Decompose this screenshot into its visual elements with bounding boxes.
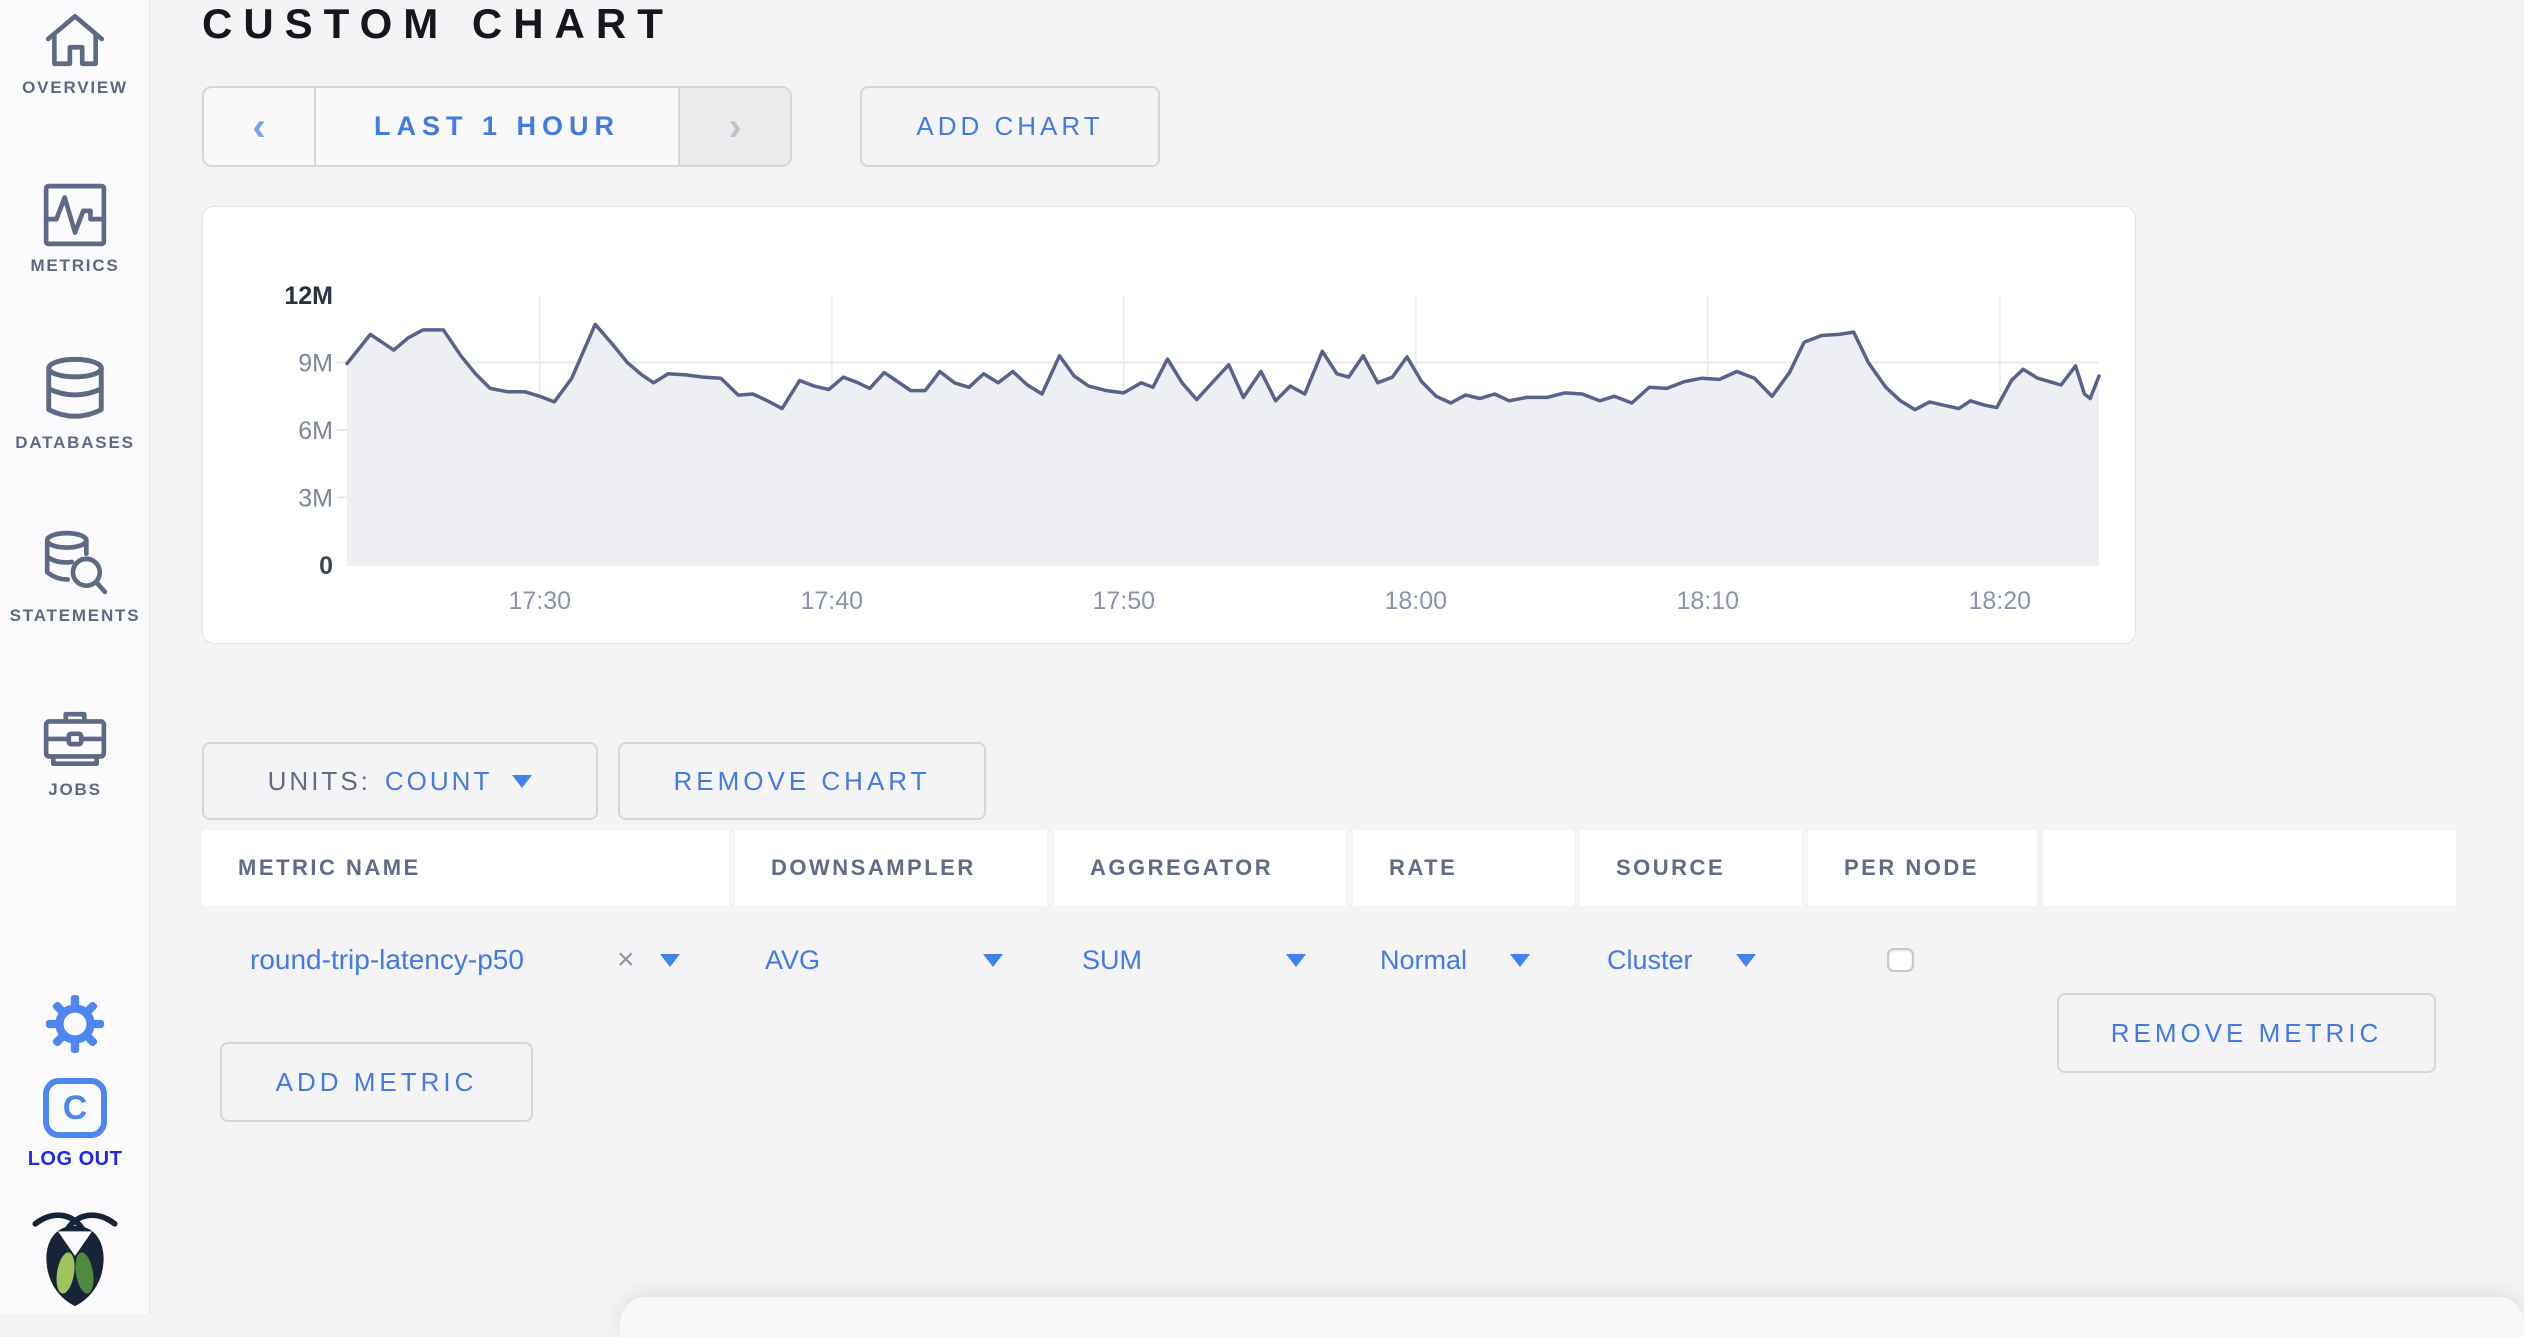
units-dropdown[interactable]: UNITS: COUNT <box>202 742 598 820</box>
x-axis-tick-label: 18:10 <box>1676 587 1739 615</box>
sidebar-item-statements[interactable]: STATEMENTS <box>0 528 150 626</box>
chevron-down-icon <box>1286 953 1306 967</box>
x-axis-tick-label: 17:50 <box>1092 587 1155 615</box>
cockroach-c-icon: C <box>43 1078 107 1138</box>
sidebar-item-label: OVERVIEW <box>22 78 128 97</box>
gear-icon <box>46 995 104 1057</box>
settings-button[interactable] <box>0 995 150 1058</box>
column-header-actions <box>2043 830 2456 906</box>
database-icon <box>0 355 150 425</box>
downsampler-select[interactable]: AVG <box>765 906 820 1014</box>
sidebar-item-label: DATABASES <box>15 433 135 452</box>
chevron-down-icon <box>983 953 1003 967</box>
sidebar: OVERVIEW METRICS DATABASES STATEMENTS JO… <box>0 0 150 1314</box>
metric-name-value[interactable]: round-trip-latency-p50 <box>250 906 524 1014</box>
column-header-rate: RATE <box>1353 830 1574 906</box>
add-metric-button[interactable]: ADD METRIC <box>220 1042 533 1122</box>
table-row: round-trip-latency-p50 × AVG SUM Normal … <box>202 906 2456 1073</box>
custom-chart-card: 0 3M 6M 9M 12M 17:30 17:40 17:50 18:00 18:10 18:20 <box>202 206 2136 644</box>
column-header-source: SOURCE <box>1580 830 1802 906</box>
chevron-right-icon: › <box>728 104 742 149</box>
source-caret[interactable] <box>1730 906 1756 1014</box>
sidebar-item-label: STATEMENTS <box>9 606 141 625</box>
database-search-icon <box>0 528 150 598</box>
sidebar-item-label: METRICS <box>30 256 120 275</box>
time-range-dropdown[interactable]: LAST 1 HOUR <box>316 88 678 165</box>
units-value: COUNT <box>384 765 493 796</box>
prev-interval-button[interactable]: ‹ <box>204 88 316 165</box>
logout-label: LOG OUT <box>27 1148 123 1170</box>
y-axis-tick-label: 6M <box>298 417 333 445</box>
column-header-aggregator: AGGREGATOR <box>1054 830 1346 906</box>
chevron-down-icon <box>1510 953 1530 967</box>
chevron-left-icon: ‹ <box>252 104 266 149</box>
logout-button[interactable]: C LOG OUT <box>0 1078 150 1171</box>
chevron-down-icon <box>512 774 533 788</box>
bottom-sheet-edge <box>620 1297 2524 1337</box>
clear-x-icon: × <box>617 943 635 976</box>
x-axis-tick-label: 18:20 <box>1968 587 2031 615</box>
sidebar-item-label: JOBS <box>48 780 102 799</box>
downsampler-caret[interactable] <box>977 906 1003 1014</box>
cockroach-bug-logo <box>0 1203 150 1312</box>
metrics-pulse-icon <box>0 182 150 248</box>
column-header-per-node: PER NODE <box>1808 830 2037 906</box>
y-axis-tick-label: 0 <box>319 552 333 580</box>
rate-select[interactable]: Normal <box>1380 906 1467 1014</box>
x-axis-tick-label: 17:40 <box>800 587 863 615</box>
aggregator-select[interactable]: SUM <box>1082 906 1142 1014</box>
sidebar-item-databases[interactable]: DATABASES <box>0 355 150 453</box>
metric-name-caret[interactable] <box>654 906 680 1014</box>
y-axis-tick-label: 12M <box>284 282 333 310</box>
remove-metric-button[interactable]: REMOVE METRIC <box>2057 993 2436 1073</box>
home-icon <box>0 8 150 70</box>
next-interval-button[interactable]: › <box>678 88 790 165</box>
rate-caret[interactable] <box>1504 906 1530 1014</box>
metrics-table: METRIC NAME DOWNSAMPLER AGGREGATOR RATE … <box>202 830 2456 1073</box>
per-node-cell <box>1887 906 1914 1014</box>
page-title: CUSTOM CHART <box>202 0 674 47</box>
clear-metric-button[interactable]: × <box>617 906 635 1014</box>
y-axis-tick-label: 9M <box>298 350 333 378</box>
per-node-checkbox[interactable] <box>1887 948 1914 972</box>
x-axis-tick-label: 17:30 <box>508 587 571 615</box>
column-header-metric-name: METRIC NAME <box>202 830 729 906</box>
aggregator-caret[interactable] <box>1280 906 1306 1014</box>
time-range-label: LAST 1 HOUR <box>373 111 620 141</box>
sidebar-item-metrics[interactable]: METRICS <box>0 182 150 276</box>
time-range-selector: ‹ LAST 1 HOUR › <box>202 86 792 167</box>
y-axis-tick-label: 3M <box>298 485 333 513</box>
custom-chart-svg[interactable]: 0 3M 6M 9M 12M 17:30 17:40 17:50 18:00 18:10 18:20 <box>203 207 2137 645</box>
sidebar-item-overview[interactable]: OVERVIEW <box>0 8 150 98</box>
source-select[interactable]: Cluster <box>1607 906 1693 1014</box>
briefcase-icon <box>0 708 150 772</box>
remove-chart-button[interactable]: REMOVE CHART <box>618 742 986 820</box>
c-badge-letter: C <box>62 1088 88 1127</box>
add-chart-button[interactable]: ADD CHART <box>860 86 1160 167</box>
sidebar-item-jobs[interactable]: JOBS <box>0 708 150 800</box>
x-axis-tick-label: 18:00 <box>1384 587 1447 615</box>
chevron-down-icon <box>1736 953 1756 967</box>
column-header-downsampler: DOWNSAMPLER <box>735 830 1047 906</box>
units-label: UNITS: <box>267 765 371 796</box>
chevron-down-icon <box>660 953 680 967</box>
